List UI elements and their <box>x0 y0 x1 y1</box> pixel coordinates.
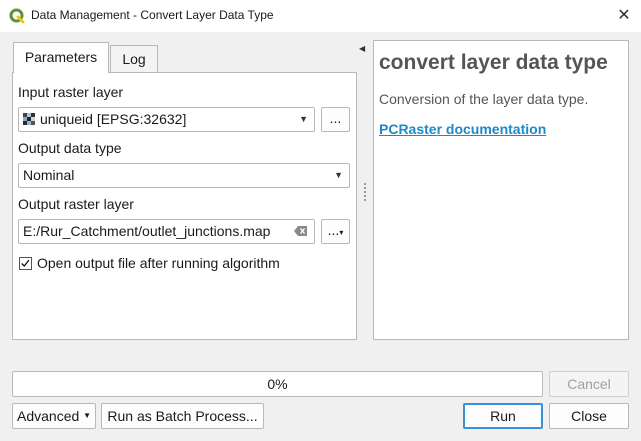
qgis-icon <box>9 8 25 24</box>
title-bar: Data Management - Convert Layer Data Typ… <box>0 0 641 32</box>
output-raster-label: Output raster layer <box>18 196 134 212</box>
advanced-label: Advanced <box>17 408 80 424</box>
help-description: Conversion of the layer data type. <box>379 91 589 107</box>
open-output-label: Open output file after running algorithm <box>37 255 280 271</box>
output-raster-input[interactable]: E:/Rur_Catchment/outlet_junctions.map <box>18 219 315 244</box>
output-type-label: Output data type <box>18 140 122 156</box>
input-raster-combobox[interactable]: uniqueid [EPSG:32632] ▼ <box>18 107 315 132</box>
help-title: convert layer data type <box>379 51 608 74</box>
tab-log[interactable]: Log <box>110 45 158 73</box>
chevron-down-icon: ▼ <box>83 411 91 420</box>
output-type-value: Nominal <box>23 167 75 183</box>
tab-parameters[interactable]: Parameters <box>13 42 109 73</box>
clear-text-icon[interactable] <box>294 225 308 237</box>
window-close-button[interactable]: ✕ <box>614 6 634 26</box>
input-raster-label: Input raster layer <box>18 84 124 100</box>
output-raster-value: E:/Rur_Catchment/outlet_junctions.map <box>23 223 271 239</box>
close-button[interactable]: Close <box>549 403 629 429</box>
run-button[interactable]: Run <box>463 403 543 429</box>
chevron-down-icon: ▼ <box>299 114 308 124</box>
pcraster-documentation-link[interactable]: PCRaster documentation <box>379 121 623 137</box>
input-raster-browse-button[interactable]: ... <box>321 107 350 132</box>
output-raster-browse-button[interactable]: ...▾ <box>321 219 350 244</box>
output-browse-label: ... <box>327 222 340 238</box>
raster-layer-icon <box>23 113 35 125</box>
progress-bar: 0% <box>12 371 543 397</box>
input-raster-value: uniqueid [EPSG:32632] <box>40 111 187 127</box>
output-type-select[interactable]: Nominal ▼ <box>18 163 350 188</box>
chevron-down-icon: ▼ <box>334 170 343 180</box>
help-panel: convert layer data type Conversion of th… <box>373 40 629 340</box>
open-output-checkbox[interactable] <box>19 257 32 270</box>
checkmark-icon <box>21 259 30 268</box>
window-title: Data Management - Convert Layer Data Typ… <box>31 8 274 22</box>
run-batch-button[interactable]: Run as Batch Process... <box>101 403 264 429</box>
chevron-down-icon: ▾ <box>339 228 344 237</box>
advanced-button[interactable]: Advanced ▼ <box>12 403 96 429</box>
cancel-button[interactable]: Cancel <box>549 371 629 397</box>
splitter-handle[interactable] <box>364 183 366 201</box>
collapse-arrow-icon[interactable]: ◀ <box>359 44 365 53</box>
